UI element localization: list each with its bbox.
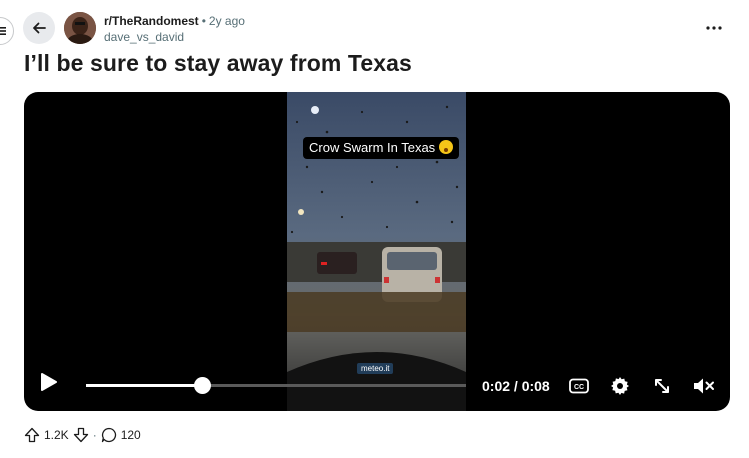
upvote-button[interactable] xyxy=(24,427,40,443)
fullscreen-button[interactable] xyxy=(651,375,673,397)
avatar[interactable] xyxy=(64,12,96,44)
comments-button[interactable] xyxy=(101,427,117,443)
comment-icon xyxy=(101,427,116,443)
post-title: I’ll be sure to stay away from Texas xyxy=(24,50,412,76)
settings-icon xyxy=(611,377,629,395)
flushed-emoji-icon xyxy=(439,140,454,154)
menu-icon xyxy=(0,27,6,35)
comment-count: 120 xyxy=(120,428,141,442)
downvote-icon xyxy=(73,427,88,443)
menu-button[interactable] xyxy=(0,17,14,45)
actions-separator: · xyxy=(92,428,97,442)
subreddit-link[interactable]: r/TheRandomest xyxy=(104,14,199,28)
downvote-button[interactable] xyxy=(73,427,89,443)
play-button[interactable] xyxy=(40,372,60,394)
fullscreen-icon xyxy=(655,379,669,393)
mute-button[interactable] xyxy=(693,375,715,397)
settings-button[interactable] xyxy=(609,375,631,397)
post-actions: 1.2K · 120 xyxy=(24,427,141,443)
upvote-icon xyxy=(24,427,40,443)
video-caption-text: Crow Swarm In Texas xyxy=(309,140,436,155)
vote-count: 1.2K xyxy=(44,428,69,442)
author-link[interactable]: dave_vs_david xyxy=(104,29,245,45)
play-icon xyxy=(41,373,57,391)
back-arrow-icon xyxy=(33,22,46,34)
svg-text:CC: CC xyxy=(574,384,584,391)
video-progress-bar[interactable] xyxy=(86,377,466,394)
video-watermark: meteo.it xyxy=(357,363,394,374)
video-progress-fill xyxy=(86,384,202,387)
video-player[interactable]: Crow Swarm In Texas meteo.it 0:02 / 0:08… xyxy=(24,92,730,411)
captions-icon: CC xyxy=(569,378,589,394)
avatar-image xyxy=(64,12,96,44)
more-options-button[interactable] xyxy=(700,18,728,38)
more-icon xyxy=(706,26,722,30)
video-progress-knob[interactable] xyxy=(193,377,211,394)
meta-separator: • xyxy=(201,14,206,28)
back-button[interactable] xyxy=(23,12,55,44)
video-time: 0:02 / 0:08 xyxy=(482,378,550,394)
video-caption: Crow Swarm In Texas xyxy=(303,137,460,159)
post-age: 2y ago xyxy=(208,14,245,28)
captions-button[interactable]: CC xyxy=(568,375,590,397)
post-meta: r/TheRandomest • 2y ago dave_vs_david xyxy=(104,13,245,45)
mute-icon xyxy=(694,378,714,394)
